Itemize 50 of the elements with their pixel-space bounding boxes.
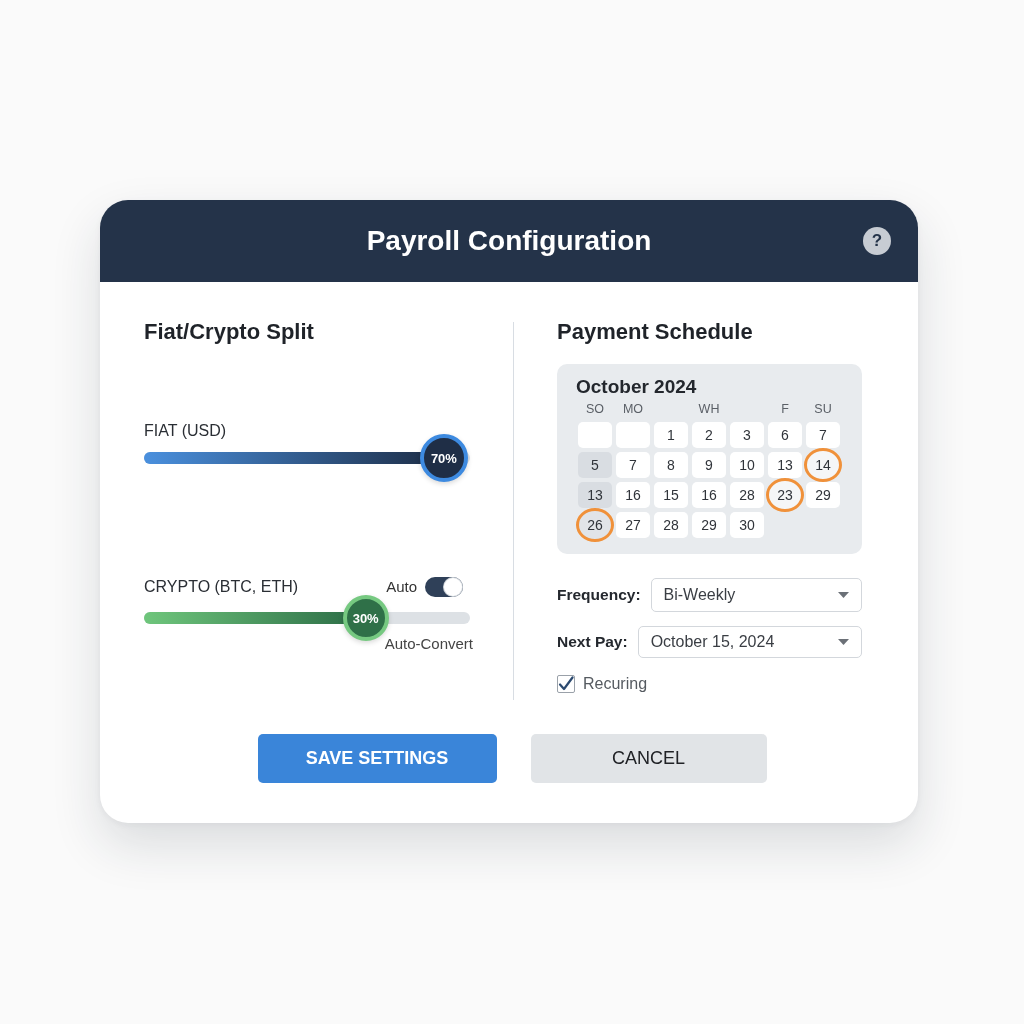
calendar-month: October 2024 — [576, 376, 697, 398]
toggle-switch[interactable] — [425, 577, 463, 597]
calendar-day[interactable]: 9 — [692, 452, 726, 478]
slider-thumb[interactable]: 30% — [342, 595, 389, 641]
calendar-day[interactable]: 1 — [654, 422, 688, 448]
calendar-day[interactable]: 28 — [730, 482, 764, 508]
weekday-label: F — [781, 401, 789, 417]
circled-day[interactable]: 14 — [804, 448, 842, 482]
calendar-day[interactable]: 6 — [768, 422, 802, 448]
shaded-day[interactable]: 13 — [578, 482, 612, 508]
checkbox-label: Recuring — [583, 675, 648, 693]
calendar-day[interactable]: 16 — [616, 482, 650, 508]
circled-day[interactable]: 26 — [576, 508, 614, 542]
save-button[interactable]: SAVE SETTINGS — [257, 734, 497, 783]
section-title: Payment Schedule — [557, 318, 753, 346]
weekday-label: SU — [814, 401, 832, 417]
calendar-day[interactable]: 29 — [806, 482, 840, 508]
calendar-day[interactable]: 13 — [768, 452, 802, 478]
field-label: Next Pay: — [557, 633, 628, 651]
calendar-day[interactable]: 30 — [730, 512, 764, 538]
help-button[interactable]: ? — [863, 227, 891, 255]
calendar-day[interactable]: 10 — [730, 452, 764, 478]
weekday-label: WH — [698, 401, 720, 417]
dropdown-select[interactable]: October 15, 2024 — [637, 626, 862, 658]
weekday-label: MO — [622, 401, 644, 417]
calendar-day[interactable]: 3 — [730, 422, 764, 448]
calendar-day[interactable]: 16 — [692, 482, 726, 508]
circled-day[interactable]: 23 — [766, 478, 804, 512]
slider-thumb[interactable]: 70% — [419, 434, 468, 482]
checkmark-icon — [558, 676, 574, 692]
calendar-day[interactable]: 15 — [654, 482, 688, 508]
section-title: Fiat/Crypto Split — [144, 318, 314, 346]
dropdown-select[interactable]: Bi-Weekly — [650, 578, 862, 612]
slider-label: CRYPTO (BTC, ETH) — [144, 577, 299, 597]
calendar-day[interactable]: 28 — [654, 512, 688, 538]
dialog-title: Payroll Configuration — [366, 224, 652, 258]
calendar-day[interactable]: 29 — [692, 512, 726, 538]
cancel-button[interactable]: CANCEL — [530, 734, 767, 783]
calendar-day[interactable]: 2 — [692, 422, 726, 448]
calendar-day[interactable]: 27 — [616, 512, 650, 538]
weekday-label: SO — [585, 401, 605, 417]
checkbox[interactable] — [557, 675, 575, 693]
caret-down-icon — [838, 639, 849, 645]
field-label: Frequency: — [557, 586, 641, 604]
shaded-day[interactable]: 5 — [578, 452, 612, 478]
caret-down-icon — [838, 592, 849, 598]
calendar-day[interactable]: 7 — [616, 452, 650, 478]
toggle-label: Auto — [386, 578, 417, 596]
calendar-day[interactable]: 7 — [806, 422, 840, 448]
calendar-day[interactable]: 8 — [654, 452, 688, 478]
